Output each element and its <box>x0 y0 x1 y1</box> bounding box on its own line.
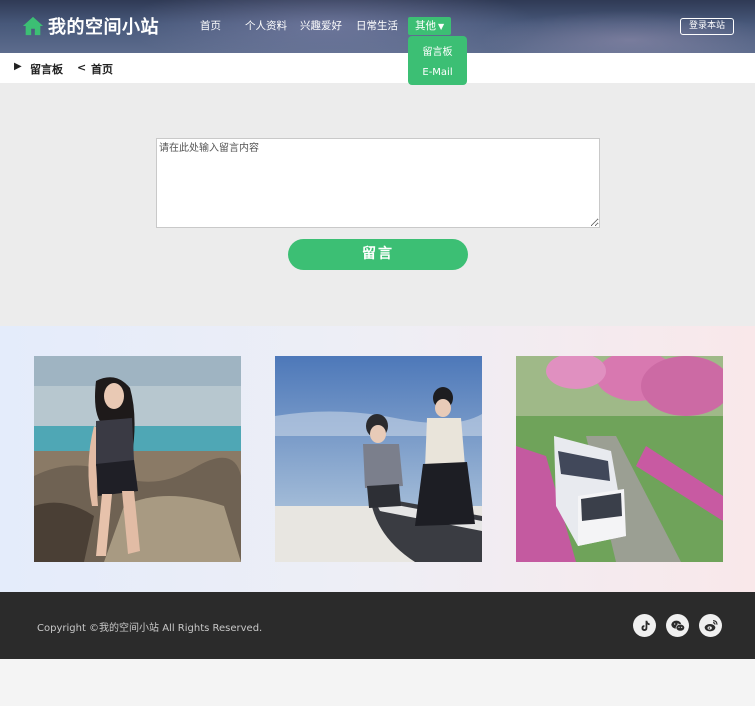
breadcrumb-separator: < <box>77 61 87 74</box>
copyright-text: Copyright ©我的空间小站 All Rights Reserved. <box>37 623 263 634</box>
wechat-icon[interactable] <box>666 614 689 637</box>
chevron-down-icon: ▼ <box>438 22 445 31</box>
site-logo[interactable]: 我的空间小站 <box>22 13 159 39</box>
play-arrow-icon: ▶ <box>14 61 22 72</box>
nav-item-daily-life[interactable]: 日常生活 <box>356 18 398 33</box>
page-bottom-spacer <box>0 659 755 706</box>
nav-item-hobbies[interactable]: 兴趣爱好 <box>300 18 342 33</box>
nav-item-profile[interactable]: 个人资料 <box>245 18 287 33</box>
breadcrumb-current: 留言板 <box>30 63 63 76</box>
weibo-icon[interactable] <box>699 614 722 637</box>
breadcrumb-home-link[interactable]: 首页 <box>91 61 113 77</box>
message-textarea[interactable] <box>156 138 600 228</box>
photo-gallery <box>0 326 755 592</box>
message-section: 留言 <box>0 83 755 326</box>
dropdown-item-guestbook[interactable]: 留言板 <box>408 43 467 63</box>
site-title: 我的空间小站 <box>48 17 159 38</box>
nav-dropdown-menu: 留言板 E-Mail <box>408 36 467 85</box>
breadcrumb: ▶ 留言板 < 首页 <box>0 53 755 83</box>
nav-item-other[interactable]: 其他 ▼ <box>408 17 452 35</box>
site-footer: Copyright ©我的空间小站 All Rights Reserved. <box>0 592 755 659</box>
login-button[interactable]: 登录本站 <box>680 18 734 35</box>
site-header: 我的空间小站 首页 个人资料 兴趣爱好 日常生活 其他 ▼ 登录本站 <box>0 0 755 53</box>
nav-item-other-label: 其他 <box>415 20 436 32</box>
dropdown-item-email[interactable]: E-Mail <box>408 63 467 83</box>
house-icon <box>22 16 44 36</box>
tiktok-icon[interactable] <box>633 614 656 637</box>
photo-two-girls-boat[interactable] <box>275 356 482 562</box>
photo-girl-beach[interactable] <box>34 356 241 562</box>
submit-message-button[interactable]: 留言 <box>288 239 468 270</box>
photo-tram-flowers[interactable] <box>516 356 723 562</box>
nav-item-home[interactable]: 首页 <box>200 18 221 33</box>
